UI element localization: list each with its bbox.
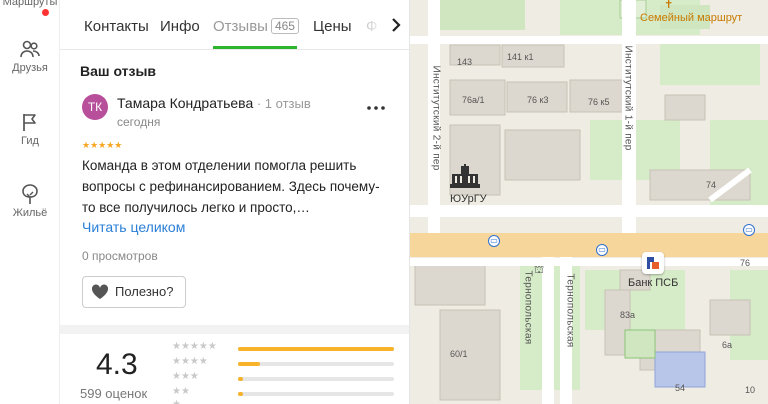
bank-pin-icon[interactable] bbox=[642, 252, 664, 274]
tab-reviews-label: Отзывы bbox=[213, 18, 268, 35]
rating-histogram-row: ★★★★★ bbox=[172, 341, 402, 355]
left-rail: Маршруты Друзья Гид Жильё bbox=[0, 0, 60, 404]
histogram-bar bbox=[238, 392, 243, 396]
house-number: 76 bbox=[740, 258, 751, 268]
street-label: Институтский 1-й пер bbox=[622, 45, 634, 151]
house-number: 74 bbox=[706, 180, 717, 190]
histogram-stars: ★ bbox=[172, 399, 181, 404]
friends-label: Друзья bbox=[12, 62, 48, 74]
author-name: Тамара Кондратьева bbox=[117, 95, 254, 111]
bank-label[interactable]: Банк ПСБ bbox=[628, 277, 678, 289]
read-more-link[interactable]: Читать целиком bbox=[82, 219, 185, 235]
your-review-title: Ваш отзыв bbox=[80, 63, 157, 79]
review-author[interactable]: Тамара Кондратьева · 1 отзыв bbox=[117, 95, 311, 111]
views-count: 0 просмотров bbox=[82, 249, 158, 263]
family-route-label[interactable]: Семейный маршрут bbox=[640, 12, 742, 24]
bus-stop-icon[interactable]: ▭ bbox=[488, 235, 500, 247]
rating-histogram-row: ★★★ bbox=[172, 371, 402, 385]
friends-nav-item[interactable]: Друзья bbox=[0, 38, 60, 74]
histogram-track bbox=[238, 377, 394, 381]
active-tab-indicator bbox=[213, 46, 297, 49]
house-number: 54 bbox=[675, 383, 686, 393]
flag-icon bbox=[23, 114, 36, 131]
tab-reviews[interactable]: Отзывы 465 bbox=[213, 18, 299, 35]
house-number: 143 bbox=[457, 57, 473, 67]
routes-label: Маршруты bbox=[2, 0, 58, 8]
house-number: 83а bbox=[620, 310, 636, 320]
university-icon[interactable] bbox=[448, 164, 482, 190]
tab-prices[interactable]: Цены bbox=[313, 18, 352, 35]
author-review-count: · 1 отзыв bbox=[253, 96, 311, 111]
heart-icon bbox=[91, 284, 109, 299]
rating-histogram-row: ★★ bbox=[172, 386, 402, 400]
more-options-icon[interactable] bbox=[366, 104, 386, 112]
street-label: Тернопольская bbox=[522, 270, 534, 345]
friends-icon bbox=[20, 40, 40, 58]
chevron-right-icon[interactable] bbox=[386, 15, 406, 35]
street-label: Институтский 2-й пер bbox=[430, 65, 442, 171]
card-tabs: Контакты Инфо Отзывы465 Цены Ф bbox=[60, 0, 409, 50]
histogram-stars: ★★★★ bbox=[172, 356, 208, 367]
house-number: 76а/1 bbox=[462, 95, 485, 105]
house-number: 10 bbox=[745, 385, 756, 395]
tab-fade bbox=[362, 18, 384, 38]
housing-nav-item[interactable]: Жильё bbox=[0, 183, 60, 219]
housing-label: Жильё bbox=[12, 207, 48, 219]
review-text: Команда в этом отделении помогла решить … bbox=[82, 158, 380, 215]
house-number: 6а bbox=[722, 340, 733, 350]
house-number: 76 к5 bbox=[588, 97, 610, 107]
review-date: сегодня bbox=[117, 115, 161, 129]
organization-card: Контакты Инфо Отзывы465 Цены Ф Ваш отзыв… bbox=[60, 0, 410, 404]
street-label: Тернопольская bbox=[564, 273, 576, 348]
histogram-stars: ★★★ bbox=[172, 371, 199, 382]
guide-nav-item[interactable]: Гид bbox=[0, 111, 60, 147]
house-number: 60/1 bbox=[450, 349, 468, 359]
useful-label: Полезно? bbox=[115, 284, 174, 299]
reviews-count-badge: 465 bbox=[270, 18, 299, 34]
histogram-stars: ★★★★★ bbox=[172, 341, 217, 352]
bus-stop-icon[interactable]: ▭ bbox=[743, 224, 755, 236]
bus-stop-icon[interactable]: ▭ bbox=[596, 244, 608, 256]
church-icon[interactable]: ✝ bbox=[664, 0, 673, 11]
histogram-stars: ★★ bbox=[172, 386, 190, 397]
histogram-bar bbox=[238, 377, 243, 381]
histogram-bar bbox=[238, 347, 394, 351]
avatar[interactable]: ТК bbox=[82, 94, 108, 120]
histogram-bar bbox=[238, 362, 260, 366]
rating-histogram-row: ★★★★ bbox=[172, 356, 402, 370]
review-stars: ★★★★★ bbox=[82, 140, 123, 150]
tree-icon bbox=[22, 184, 38, 204]
tab-info[interactable]: Инфо bbox=[160, 18, 200, 35]
average-rating: 4.3 bbox=[96, 348, 138, 381]
house-number: 76 к3 bbox=[527, 95, 549, 105]
map-view[interactable]: Семейный маршрут ✝ Институтский 2-й пер … bbox=[410, 0, 768, 404]
section-divider bbox=[60, 325, 409, 334]
university-label[interactable]: ЮУрГУ bbox=[450, 193, 487, 205]
guide-label: Гид bbox=[21, 135, 39, 147]
histogram-track bbox=[238, 347, 394, 351]
histogram-track bbox=[238, 392, 394, 396]
routes-nav-item[interactable]: Маршруты bbox=[0, 0, 60, 8]
histogram-track bbox=[238, 362, 394, 366]
useful-button[interactable]: Полезно? bbox=[82, 276, 186, 308]
monument-icon: ⛫ bbox=[534, 264, 545, 276]
notification-dot bbox=[42, 9, 49, 16]
rating-count: 599 оценок bbox=[80, 386, 148, 401]
house-number: 141 к1 bbox=[507, 52, 534, 62]
tab-contacts[interactable]: Контакты bbox=[84, 18, 149, 35]
